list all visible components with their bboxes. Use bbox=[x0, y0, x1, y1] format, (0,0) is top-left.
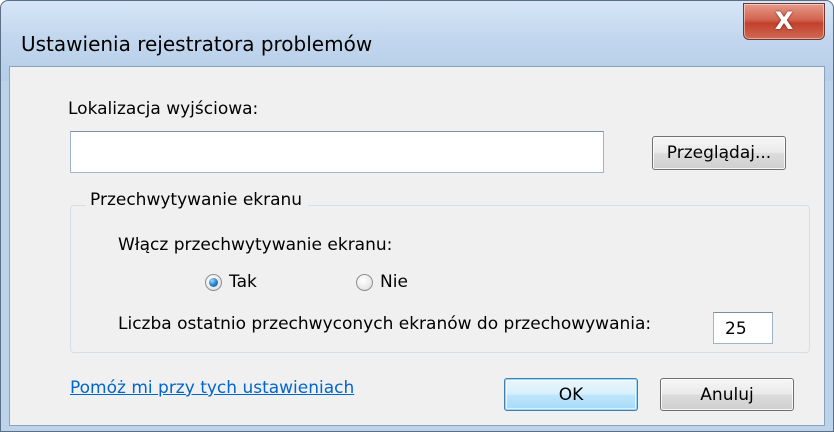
help-link[interactable]: Pomóż mi przy tych ustawieniach bbox=[70, 378, 354, 398]
window-title: Ustawienia rejestratora problemów bbox=[21, 32, 373, 56]
radio-yes-label[interactable]: Tak bbox=[229, 272, 257, 292]
ok-button[interactable]: OK bbox=[504, 378, 638, 411]
cancel-button-label: Anuluj bbox=[700, 385, 754, 405]
screen-count-input[interactable]: 25 bbox=[713, 312, 773, 344]
radio-no-label[interactable]: Nie bbox=[380, 272, 408, 292]
ok-button-label: OK bbox=[558, 385, 584, 405]
radio-yes[interactable] bbox=[205, 274, 222, 291]
dialog-window: Ustawienia rejestratora problemów X Loka… bbox=[0, 0, 834, 432]
close-icon: X bbox=[774, 7, 794, 35]
close-button[interactable]: X bbox=[743, 3, 825, 40]
screen-count-label: Liczba ostatnio przechwyconych ekranów d… bbox=[118, 314, 652, 334]
browse-button-label: Przeglądaj... bbox=[666, 143, 772, 163]
dialog-body: Lokalizacja wyjściowa: Przeglądaj... Prz… bbox=[9, 66, 825, 426]
enable-capture-label: Włącz przechwytywanie ekranu: bbox=[118, 235, 393, 255]
output-location-label: Lokalizacja wyjściowa: bbox=[68, 99, 259, 119]
output-location-input[interactable] bbox=[70, 131, 604, 173]
browse-button[interactable]: Przeglądaj... bbox=[652, 136, 786, 170]
cancel-button[interactable]: Anuluj bbox=[660, 378, 794, 411]
radio-no[interactable] bbox=[356, 274, 373, 291]
screen-capture-group-title: Przechwytywanie ekranu bbox=[86, 190, 309, 210]
